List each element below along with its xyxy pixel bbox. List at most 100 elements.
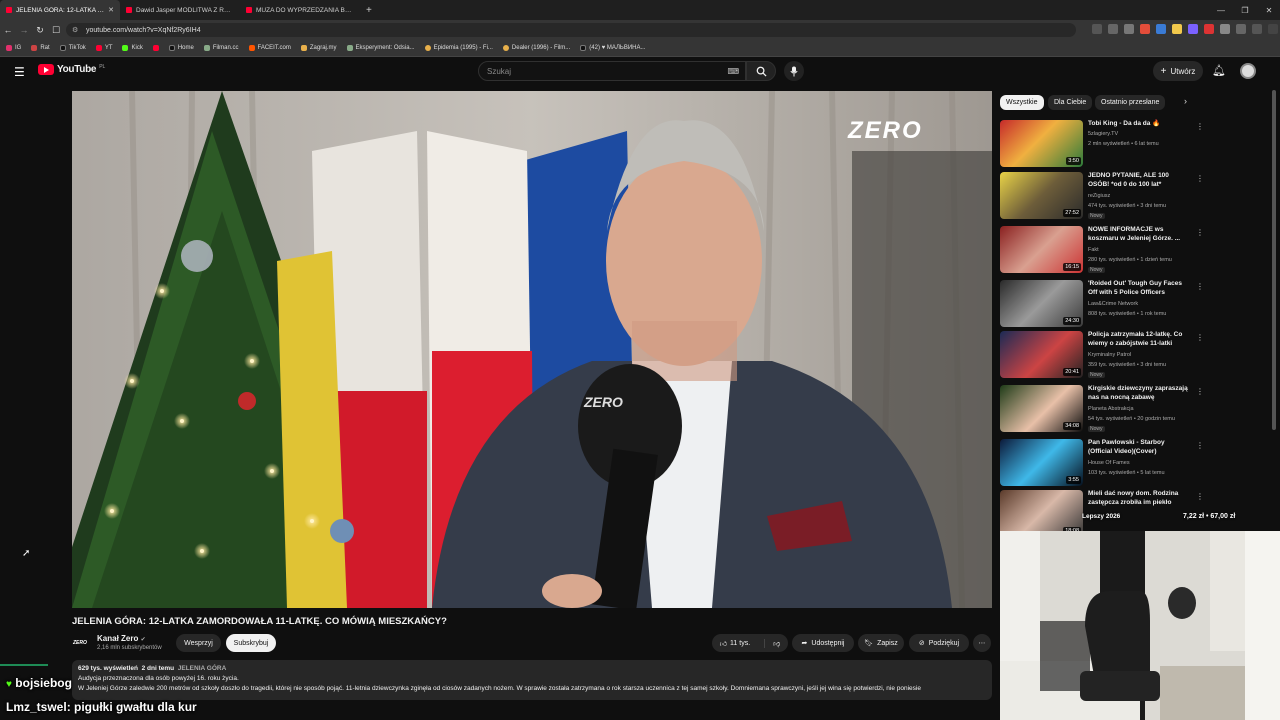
video-thumbnail[interactable]: 34:08 [1000, 385, 1083, 432]
thanks-button[interactable]: ⊘ Podziękuj [909, 634, 969, 652]
url-bar[interactable]: ⚙ youtube.com/watch?v=XqNf2Ry6IH4 [66, 23, 1076, 37]
youtube-logo[interactable]: YouTube PL [38, 64, 105, 75]
more-options-icon[interactable]: ⋮ [1196, 282, 1204, 291]
bookmark-item[interactable]: Filman.cc [203, 45, 239, 51]
bookmark-item[interactable]: IG [6, 45, 21, 51]
thumbs-up-icon: 👍︎ [719, 640, 728, 648]
maximize-icon[interactable]: ❐ [1234, 0, 1256, 20]
create-button[interactable]: + Utwórz [1153, 61, 1203, 81]
video-thumbnail[interactable]: 3:55 [1000, 439, 1083, 486]
more-options-icon[interactable]: ⋮ [1196, 441, 1204, 450]
channel-avatar[interactable]: ZERO [73, 636, 91, 650]
recommendation-item[interactable]: 34:08 Kirgiskie dziewczyny zapraszają na… [1000, 385, 1205, 435]
download-icon[interactable] [1220, 24, 1230, 34]
avatar[interactable] [1240, 63, 1256, 79]
bookmark-site-icon [424, 45, 431, 51]
bookmark-item[interactable]: YT [95, 45, 112, 51]
bookmark-item[interactable]: Kick [122, 45, 143, 51]
recommendation-item[interactable]: 20:41 Policja zatrzymała 12-latkę. Co wi… [1000, 331, 1205, 381]
bookmark-item[interactable]: Dealer (1996) - Film... [502, 45, 571, 51]
support-button[interactable]: Wesprzyj [176, 634, 221, 652]
recommendation-item[interactable]: 3:50 Tobi King - Da da da 🔥 5zlagiery.TV… [1000, 120, 1205, 170]
tab-label: MUZA DO WYPRZEDZANIA BOEING... [256, 6, 354, 14]
extension-icon[interactable] [1108, 24, 1118, 34]
recommendation-item[interactable]: 27:52 JEDNO PYTANIE, ALE 100 OSÓB! *od 0… [1000, 172, 1205, 222]
recommendation-item[interactable]: 3:55 Pan Pawlowski - Starboy (Official V… [1000, 439, 1205, 489]
bookmark-page-icon[interactable]: ☐ [48, 20, 64, 40]
browser-tab-3[interactable]: MUZA DO WYPRZEDZANIA BOEING... [240, 0, 360, 20]
save-button[interactable]: 🔖︎ Zapisz [858, 634, 904, 652]
recommendation-title: Tobi King - Da da da 🔥 [1088, 120, 1161, 127]
bookmark-item[interactable]: FACEIT.com [248, 45, 291, 51]
bookmark-item[interactable]: (42) ♥ МАЛЬВИНА... [580, 45, 646, 51]
more-options-icon[interactable]: ⋮ [1196, 174, 1204, 183]
close-window-icon[interactable]: ✕ [1258, 0, 1280, 20]
extension-icon[interactable] [1172, 24, 1182, 34]
forward-icon[interactable]: → [16, 20, 32, 40]
create-label: Utwórz [1170, 66, 1196, 76]
minimize-icon[interactable]: — [1210, 0, 1232, 20]
close-tab-icon[interactable]: ✕ [108, 6, 114, 14]
url-text: youtube.com/watch?v=XqNf2Ry6IH4 [86, 26, 201, 34]
new-tab-icon[interactable]: + [360, 5, 378, 16]
bookmark-item[interactable]: Epidemia (1995) - Fi... [424, 45, 493, 51]
reload-icon[interactable]: ↻ [32, 20, 48, 40]
extension-icon[interactable] [1188, 24, 1198, 34]
chip-recently-uploaded[interactable]: Ostatnio przesłane [1095, 95, 1166, 110]
subscribe-button[interactable]: Subskrybuj [226, 634, 276, 652]
browser-tab-2[interactable]: Dawid Jasper MODLITWA Z ROBALEM [120, 0, 240, 20]
more-options-icon[interactable]: ⋮ [1196, 492, 1204, 501]
bookmark-item[interactable]: Home [168, 45, 194, 51]
more-actions-button[interactable]: ⋯ [973, 634, 991, 652]
extension-icon[interactable] [1156, 24, 1166, 34]
hashtag-link[interactable]: JELENIA GÓRA [178, 665, 227, 672]
bookmark-item[interactable] [152, 45, 159, 51]
search-button[interactable] [746, 61, 776, 81]
bookmark-item[interactable]: TikTok [59, 45, 86, 51]
video-thumbnail[interactable]: 24:30 [1000, 280, 1083, 327]
bookmark-item[interactable]: Eksperyment: Odsia... [346, 45, 415, 51]
video-thumbnail[interactable]: 3:50 [1000, 120, 1083, 167]
channel-name[interactable]: Kanał Zero ✔ [97, 634, 146, 643]
dislike-button[interactable]: 👎︎ [769, 639, 780, 648]
video-player[interactable]: ZERO ZERO [72, 91, 992, 608]
extension-icon[interactable] [1092, 24, 1102, 34]
chip-all[interactable]: Wszystkie [1000, 95, 1044, 110]
notifications-bell-icon[interactable]: 🔔︎ [1212, 64, 1226, 77]
page-scrollbar[interactable] [1272, 90, 1276, 430]
keyboard-icon[interactable]: ⌨ [727, 67, 739, 76]
bookmark-item[interactable]: Rat [31, 45, 50, 51]
video-thumbnail[interactable]: 18:08 [1000, 490, 1083, 537]
extensions-bar [1092, 24, 1280, 34]
link-icon[interactable] [1252, 24, 1262, 34]
more-options-icon[interactable]: ⋮ [1196, 228, 1204, 237]
bookmark-item[interactable]: Zagraj.my [300, 45, 337, 51]
video-thumbnail[interactable]: 27:52 [1000, 172, 1083, 219]
chip-for-you[interactable]: Dla Ciebie [1048, 95, 1093, 110]
video-thumbnail[interactable]: 16:15 [1000, 226, 1083, 273]
more-options-icon[interactable]: ⋮ [1196, 122, 1204, 131]
more-options-icon[interactable]: ⋮ [1196, 333, 1204, 342]
hamburger-menu-icon[interactable]: ☰ [14, 65, 25, 79]
brave-shield-icon[interactable] [1140, 24, 1150, 34]
video-thumbnail[interactable]: 20:41 [1000, 331, 1083, 378]
share-icon[interactable] [1124, 24, 1134, 34]
more-options-icon[interactable]: ⋮ [1196, 387, 1204, 396]
back-icon[interactable]: ← [0, 20, 16, 40]
chips-next-icon[interactable]: › [1184, 96, 1187, 106]
recommendation-item[interactable]: 24:30 'Roided Out' Tough Guy Faces Off w… [1000, 280, 1205, 330]
faceit-icon [248, 45, 255, 51]
playlist-icon[interactable] [1268, 24, 1278, 34]
search-input[interactable]: Szukaj ⌨ [478, 61, 746, 81]
recommendation-item[interactable]: 16:15 NOWE INFORMACJE ws koszmaru w Jele… [1000, 226, 1205, 276]
video-description[interactable]: 629 tys. wyświetleń 2 dni temu JELENIA G… [72, 660, 992, 700]
share-button[interactable]: ➦ Udostępnij [792, 634, 854, 652]
extension-icon[interactable] [1204, 24, 1214, 34]
video-title: JELENIA GÓRA: 12-LATKA ZAMORDOWAŁA 11-LA… [72, 616, 447, 627]
like-button[interactable]: 👍︎ 11 tys. [719, 638, 766, 648]
extension-icon[interactable] [1236, 24, 1246, 34]
site-info-icon[interactable]: ⚙ [72, 26, 78, 34]
voice-search-button[interactable] [784, 61, 804, 81]
browser-tab-1[interactable]: JELENIA GÓRA: 12-LATKA ZA... ✕ [0, 0, 120, 20]
bookmark-label: Dealer (1996) - Film... [511, 45, 571, 51]
